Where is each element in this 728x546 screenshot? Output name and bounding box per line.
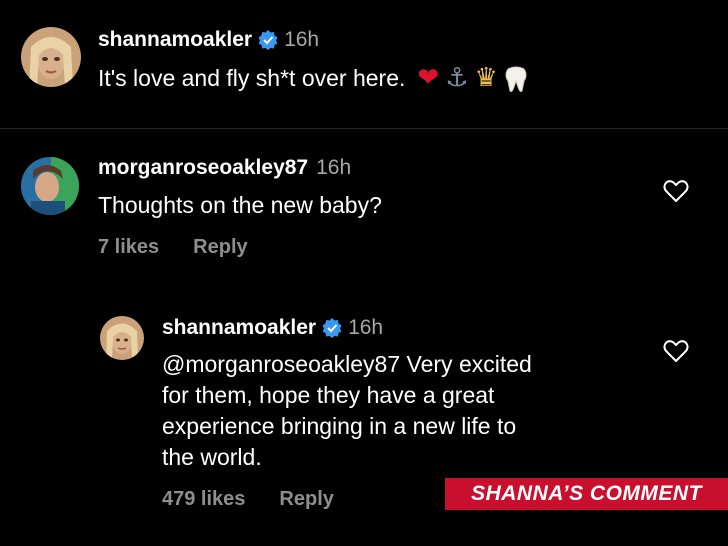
comment2-time: 16h <box>316 156 352 179</box>
anchor-emoji-icon: ⚓ <box>445 63 469 93</box>
comment1-time: 16h <box>284 28 320 51</box>
reply1-header: shannamoakler 16h <box>162 316 383 340</box>
reply1-time: 16h <box>348 316 384 339</box>
reply1-likes[interactable]: 479 likes <box>162 488 245 511</box>
reply1-body: @morganroseoakley87 Very excited for the… <box>162 349 632 473</box>
comment1-header: shannamoakler 16h <box>98 28 319 52</box>
avatar-shannamoakler-reply[interactable] <box>100 316 144 360</box>
comment2-meta: 7 likes Reply <box>98 236 248 259</box>
comment2-reply-button[interactable]: Reply <box>193 236 247 259</box>
verified-badge-icon <box>258 30 278 50</box>
princess-emoji-icon: ♛ <box>474 63 498 93</box>
verified-badge-icon <box>322 318 342 338</box>
comment2-username[interactable]: morganroseoakley87 <box>98 156 308 180</box>
avatar-shannamoakler[interactable] <box>21 27 81 87</box>
reply1-text-line: experience bringing in a new life to <box>162 413 517 439</box>
comment2-body: Thoughts on the new baby? <box>98 188 382 222</box>
avatar-morganroseoakley87[interactable] <box>21 157 79 215</box>
tooth-emoji-icon <box>504 63 528 93</box>
heart-emoji-icon: ❤ <box>417 63 440 93</box>
comment1-text: It's love and fly sh*t over here. <box>98 64 406 91</box>
comment1-username[interactable]: shannamoakler <box>98 28 252 52</box>
reply1-meta: 479 likes Reply <box>162 488 334 511</box>
reply1-text-line: the world. <box>162 444 262 470</box>
comment2-header: morganroseoakley87 16h <box>98 156 351 180</box>
reply1-reply-button[interactable]: Reply <box>279 488 333 511</box>
banner-label: SHANNA’S COMMENT <box>471 482 702 505</box>
reply1-text-line: @morganroseoakley87 Very excited <box>162 351 532 377</box>
comment1-body: It's love and fly sh*t over here. ❤ ⚓ ♛ <box>98 60 528 96</box>
comment2-like-heart-icon[interactable] <box>663 179 689 203</box>
reply1-text-line: for them, hope they have a great <box>162 382 495 408</box>
shannas-comment-banner: SHANNA’S COMMENT <box>445 478 728 510</box>
thread-divider <box>0 128 728 129</box>
reply1-like-heart-icon[interactable] <box>663 339 689 363</box>
comment2-likes[interactable]: 7 likes <box>98 236 159 259</box>
reply1-username[interactable]: shannamoakler <box>162 316 316 340</box>
comment2-text: Thoughts on the new baby? <box>98 191 382 218</box>
